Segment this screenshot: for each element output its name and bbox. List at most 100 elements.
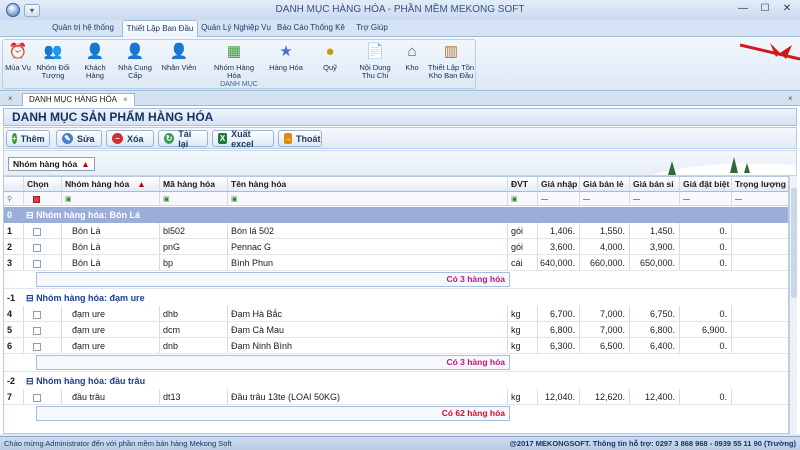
ribbon-button-income-expense[interactable]: 📄 Nội Dung Thu Chi [355,42,395,80]
cell-special-price: 0. [680,306,732,321]
excel-icon: X [218,133,228,144]
ribbon-button-customer[interactable]: 👤 Khách Hàng [77,42,113,80]
row-select[interactable] [24,239,62,254]
row-checkbox[interactable] [33,310,41,319]
filter-unit[interactable]: ▣ [508,192,538,205]
filter-select[interactable] [24,192,62,205]
row-checkbox[interactable] [33,259,41,268]
row-checkbox[interactable] [33,393,41,402]
exit-button[interactable]: → Thoát [278,130,322,147]
cell-weight [732,338,788,353]
reload-button[interactable]: ↻ Tải lại [158,129,208,149]
filter-wholesale-price[interactable]: — [630,192,680,205]
tab-initial-setup[interactable]: Thiết Lập Ban Đầu [122,20,198,37]
table-row[interactable]: 2 Bón Lá pnG Pennac G gói 3,600. 4,000. … [4,239,788,255]
add-button[interactable]: + Thêm [6,130,50,147]
header-select[interactable]: Chọn [24,177,62,191]
ribbon-button-object-group[interactable]: 👥 Nhóm Đối Tượng [33,42,73,80]
header-retail-price[interactable]: Giá bán lẻ [580,177,630,191]
group-expander-icon[interactable]: ⊟ [26,376,34,386]
doc-tab-product-catalog[interactable]: DANH MỤC HÀNG HÓA × [22,93,135,106]
delete-button[interactable]: – Xóa [106,130,154,147]
group-row[interactable]: -2 ⊟ Nhóm hàng hóa: đầu trâu [4,373,788,389]
document-icon: 📄 [365,43,385,60]
product-group-icon: ▦ [226,43,242,60]
header-wholesale-price[interactable]: Giá bán sỉ [630,177,680,191]
clock-icon: ⏰ [8,43,28,60]
header-unit[interactable]: ĐVT [508,177,538,191]
cell-product-code: dnb [160,338,228,353]
row-select[interactable] [24,306,62,321]
group-by-panel: Nhóm hàng hóa ▲ [3,150,797,176]
group-row-number: -2 [7,376,16,386]
ribbon-button-employee[interactable]: 👤 Nhân Viên [159,42,199,72]
row-checkbox[interactable] [33,243,41,252]
ribbon-button-product-group[interactable]: ▦ Nhóm Hàng Hóa [213,42,255,80]
header-weight[interactable]: Trọng lượng [732,177,788,191]
table-row[interactable]: 5 đạm ure dcm Đạm Cà Mau kg 6,800. 7,000… [4,322,788,338]
table-row[interactable]: 6 đạm ure dnb Đạm Ninh Bình kg 6,300. 6,… [4,338,788,354]
table-row[interactable]: 3 Bón Lá bp Bình Phun cái 640,000. 660,0… [4,255,788,271]
scrollbar-thumb[interactable] [791,188,797,298]
tab-help[interactable]: Trợ Giúp [350,20,394,37]
row-select[interactable] [24,322,62,337]
ribbon-button-season[interactable]: ⏰ Mùa Vụ [4,42,32,72]
row-select[interactable] [24,223,62,238]
header-buy-price[interactable]: Giá nhập [538,177,580,191]
cell-retail-price: 660,000. [580,255,630,270]
doc-tabs-close-all-icon[interactable]: × [8,94,13,103]
tab-system-admin[interactable]: Quản trị hệ thống [46,20,120,37]
group-by-chip-product-group[interactable]: Nhóm hàng hóa ▲ [8,157,95,171]
table-row[interactable]: 7 đầu trâu dt13 Đầu trâu 13te (LOAI 50KG… [4,389,788,405]
filter-product-name[interactable]: ▣ [228,192,508,205]
table-row[interactable]: 4 đạm ure dhb Đạm Hà Bắc kg 6,700. 7,000… [4,306,788,322]
edit-button[interactable]: ✎ Sửa [56,130,102,147]
ribbon-button-supplier[interactable]: 👤 Nhà Cung Cấp [115,42,155,80]
ribbon-button-warehouse[interactable]: ⌂ Kho [399,42,425,72]
filter-buy-price[interactable]: — [538,192,580,205]
row-select[interactable] [24,255,62,270]
group-label: Nhóm hàng hóa: đạm ure [36,293,145,303]
cell-product-name: Đầu trâu 13te (LOAI 50KG) [228,389,508,404]
tab-reports[interactable]: Báo Cáo Thống Kê [276,20,346,37]
doc-tab-close-icon[interactable]: × [123,95,128,104]
filter-retail-price[interactable]: — [580,192,630,205]
header-special-price[interactable]: Giá đặt biệt [680,177,732,191]
minimize-button[interactable]: — [734,2,752,16]
cell-buy-price: 6,300. [538,338,580,353]
coins-icon: ● [325,43,335,60]
row-checkbox[interactable] [33,342,41,351]
ribbon-button-opening-inventory[interactable]: ▥ Thiết Lập Tồn Kho Ban Đầu [427,42,475,80]
row-select[interactable] [24,338,62,353]
ribbon-button-fund[interactable]: ● Quỹ [315,42,345,72]
cell-wholesale-price: 12,400. [630,389,680,404]
filter-special-price[interactable]: — [680,192,732,205]
filter-product-group[interactable]: ▣ [62,192,160,205]
doc-tab-close-x-icon[interactable]: × [788,94,793,103]
filter-icon[interactable]: ⚲ [4,192,24,205]
cell-wholesale-price: 3,900. [630,239,680,254]
table-row[interactable]: 1 Bón Lá bl502 Bón lá 502 gói 1,406. 1,5… [4,223,788,239]
status-support: @2017 MEKONGSOFT. Thông tin hỗ trợ: 0297… [509,439,796,448]
group-row[interactable]: 0 ⊟ Nhóm hàng hóa: Bón Lá [4,207,788,223]
tab-business-management[interactable]: Quản Lý Nghiệp Vụ [198,20,274,37]
cell-buy-price: 12,040. [538,389,580,404]
header-product-code[interactable]: Mã hàng hóa [160,177,228,191]
row-checkbox[interactable] [33,326,41,335]
row-checkbox[interactable] [33,227,41,236]
group-expander-icon[interactable]: ⊟ [26,293,34,303]
header-product-group[interactable]: Nhóm hàng hóa ▲ [62,177,160,191]
maximize-button[interactable]: ☐ [756,2,774,16]
cell-unit: kg [508,338,538,353]
ribbon-button-product[interactable]: ★ Hàng Hóa [267,42,305,72]
header-product-name[interactable]: Tên hàng hóa [228,177,508,191]
close-button[interactable]: ✕ [778,2,796,16]
row-select[interactable] [24,389,62,404]
cell-product-code: bp [160,255,228,270]
group-row[interactable]: -1 ⊟ Nhóm hàng hóa: đạm ure [4,290,788,306]
grid-vertical-scrollbar[interactable] [789,176,797,434]
filter-weight[interactable]: — [732,192,788,205]
filter-product-code[interactable]: ▣ [160,192,228,205]
export-excel-button[interactable]: X Xuất excel [212,129,274,149]
group-expander-icon[interactable]: ⊟ [26,210,34,220]
